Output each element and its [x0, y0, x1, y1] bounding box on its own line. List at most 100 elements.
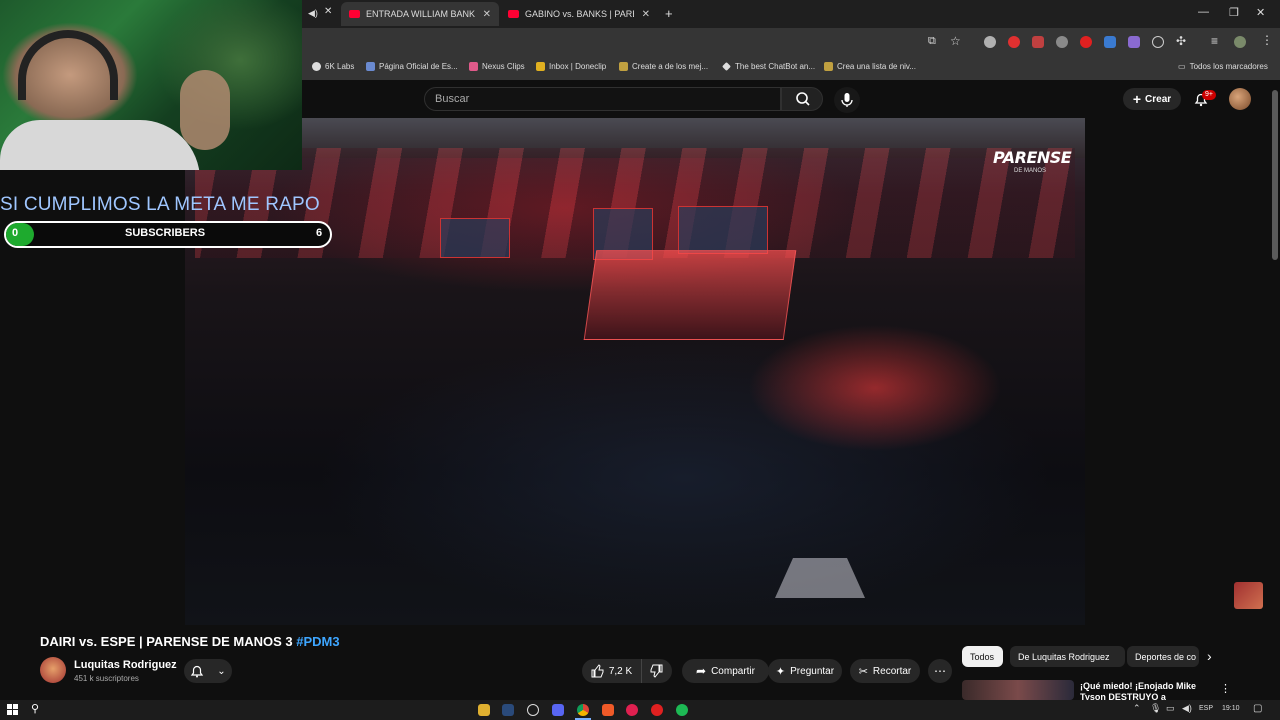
- reading-list-icon[interactable]: ≡: [1211, 34, 1218, 48]
- plus-icon: +: [1132, 91, 1142, 107]
- share-label: Compartir: [711, 665, 755, 677]
- hashtag-link[interactable]: #PDM3: [296, 634, 339, 649]
- close-tab-icon[interactable]: ✕: [324, 6, 332, 17]
- tray-chevron-up-icon[interactable]: ⌃: [1133, 703, 1141, 714]
- extension-icon[interactable]: [984, 36, 996, 48]
- thumbs-up-icon: [591, 664, 604, 678]
- voice-search-button[interactable]: [834, 87, 860, 113]
- bookmark-nexus-clips[interactable]: Nexus Clips: [469, 62, 525, 71]
- bookmark-star-icon[interactable]: ☆: [950, 34, 961, 48]
- arena-screen: [678, 206, 768, 254]
- chip-todos[interactable]: Todos: [962, 646, 1003, 667]
- discord-icon[interactable]: [552, 704, 564, 716]
- extension-icon[interactable]: [1032, 36, 1044, 48]
- clip-button[interactable]: ✂ Recortar: [850, 659, 920, 683]
- bookmark-pagina-oficial[interactable]: Página Oficial de Es...: [366, 62, 458, 71]
- bookmark-chatbot[interactable]: The best ChatBot an...: [722, 62, 815, 71]
- close-icon[interactable]: ✕: [483, 9, 491, 20]
- extension-icon[interactable]: [1104, 36, 1116, 48]
- bookmark-icon: [619, 62, 628, 71]
- channel-name[interactable]: Luquitas Rodriguez: [74, 659, 177, 671]
- dislike-button[interactable]: [641, 659, 671, 683]
- like-button[interactable]: 7,2 K: [582, 659, 640, 683]
- tent: [775, 558, 865, 598]
- bookmark-icon: [536, 62, 545, 71]
- bookmark-icon: [824, 62, 833, 71]
- ask-button[interactable]: ✦ Preguntar: [768, 659, 842, 683]
- minimize-button[interactable]: —: [1198, 6, 1209, 18]
- extension-icon[interactable]: [1080, 36, 1092, 48]
- obs-icon[interactable]: [527, 704, 539, 716]
- youtube-favicon-icon: [349, 10, 360, 18]
- bell-icon: [191, 665, 204, 678]
- recommendation-title[interactable]: ¡Qué miedo! ¡Enojado Mike Tyson DESTRUYO…: [1080, 681, 1200, 700]
- youtube-favicon-icon: [508, 10, 519, 18]
- chevron-right-icon[interactable]: ›: [1207, 648, 1212, 664]
- extensions-puzzle-icon[interactable]: ✣: [1176, 34, 1186, 48]
- channel-watermark[interactable]: [1234, 582, 1263, 609]
- channel-avatar[interactable]: [40, 657, 66, 683]
- extension-icon[interactable]: [1152, 36, 1164, 48]
- browser-menu-icon[interactable]: ⋮: [1261, 33, 1273, 47]
- bookmark-label: Crea una lista de niv...: [837, 62, 917, 71]
- page-scrollbar[interactable]: [1272, 90, 1278, 260]
- tab-entrada-william-banks[interactable]: ENTRADA WILLIAM BANKS | PA ✕: [341, 2, 499, 26]
- microphone-tray-icon[interactable]: 🎙: [1150, 703, 1161, 714]
- bookmark-label: Página Oficial de Es...: [379, 62, 458, 71]
- brave-icon[interactable]: [602, 704, 614, 716]
- account-avatar[interactable]: [1229, 88, 1251, 110]
- chrome-icon[interactable]: [577, 704, 589, 716]
- network-icon[interactable]: ▭: [1166, 703, 1175, 714]
- subscription-bell-button[interactable]: ⌄: [184, 659, 232, 683]
- taskbar-search-icon[interactable]: ⚲: [31, 702, 39, 715]
- taskbar-clock[interactable]: 19:10: [1222, 705, 1240, 712]
- maximize-button[interactable]: ❐: [1229, 6, 1239, 19]
- app-icon[interactable]: [626, 704, 638, 716]
- ask-label: Preguntar: [790, 665, 835, 677]
- clip-label: Recortar: [872, 665, 912, 677]
- share-button[interactable]: ➦ Compartir: [682, 659, 769, 683]
- window-close-button[interactable]: ✕: [1256, 6, 1265, 19]
- audio-icon[interactable]: ◀): [308, 8, 318, 19]
- bookmark-crea-lista[interactable]: Crea una lista de niv...: [824, 62, 916, 71]
- app-icon[interactable]: [651, 704, 663, 716]
- chip-de-luquitas-rodriguez[interactable]: De Luquitas Rodriguez: [1010, 646, 1125, 667]
- goal-end-value: 6: [316, 227, 323, 239]
- extension-icon[interactable]: [1128, 36, 1140, 48]
- install-app-icon[interactable]: ⧉: [928, 35, 936, 48]
- recommendation-more-icon[interactable]: ⋮: [1220, 682, 1231, 695]
- language-indicator[interactable]: ESP: [1199, 705, 1213, 712]
- all-bookmarks-folder[interactable]: ▭ Todos los marcadores: [1178, 62, 1268, 71]
- tab-label: ENTRADA WILLIAM BANKS | PA: [366, 9, 475, 19]
- new-tab-button[interactable]: +: [665, 6, 673, 21]
- like-count: 7,2 K: [608, 665, 633, 677]
- extension-icon[interactable]: [1056, 36, 1068, 48]
- search-input[interactable]: Buscar: [424, 87, 781, 111]
- create-button[interactable]: + Crear: [1123, 88, 1181, 110]
- bookmark-label: 6K Labs: [325, 62, 355, 71]
- volume-icon[interactable]: ◀): [1182, 703, 1192, 714]
- steam-icon[interactable]: [502, 704, 514, 716]
- notification-center-icon[interactable]: ▢: [1253, 703, 1262, 714]
- subscriber-count: 451 k suscriptores: [74, 674, 139, 683]
- streamer-hand: [180, 70, 230, 150]
- subscriber-goal-fill: [6, 223, 34, 246]
- bookmark-inbox-doneclip[interactable]: Inbox | Doneclip: [536, 62, 606, 71]
- tab-gabino-vs-banks[interactable]: GABINO vs. BANKS | PARENSE D ✕: [500, 2, 658, 26]
- boxing-ring: [583, 250, 797, 340]
- more-actions-button[interactable]: ⋯: [928, 659, 952, 683]
- close-icon[interactable]: ✕: [642, 9, 650, 20]
- goal-label: SUBSCRIBERS: [125, 227, 206, 239]
- windows-start-button[interactable]: [7, 704, 18, 715]
- profile-avatar-icon[interactable]: [1234, 36, 1246, 48]
- chip-deportes[interactable]: Deportes de co: [1127, 646, 1199, 667]
- search-button[interactable]: [781, 87, 823, 111]
- bookmark-6k-labs[interactable]: 6K Labs: [312, 62, 354, 71]
- file-explorer-icon[interactable]: [478, 704, 490, 716]
- bookmark-create-a[interactable]: Create a de los mej...: [619, 62, 708, 71]
- subscriber-goal-text: SI CUMPLIMOS LA META ME RAPO: [0, 194, 320, 215]
- video-title-text: DAIRI vs. ESPE | PARENSE DE MANOS 3: [40, 634, 293, 649]
- spotify-icon[interactable]: [676, 704, 688, 716]
- extension-icon[interactable]: [1008, 36, 1020, 48]
- recommendation-thumbnail[interactable]: [962, 680, 1074, 700]
